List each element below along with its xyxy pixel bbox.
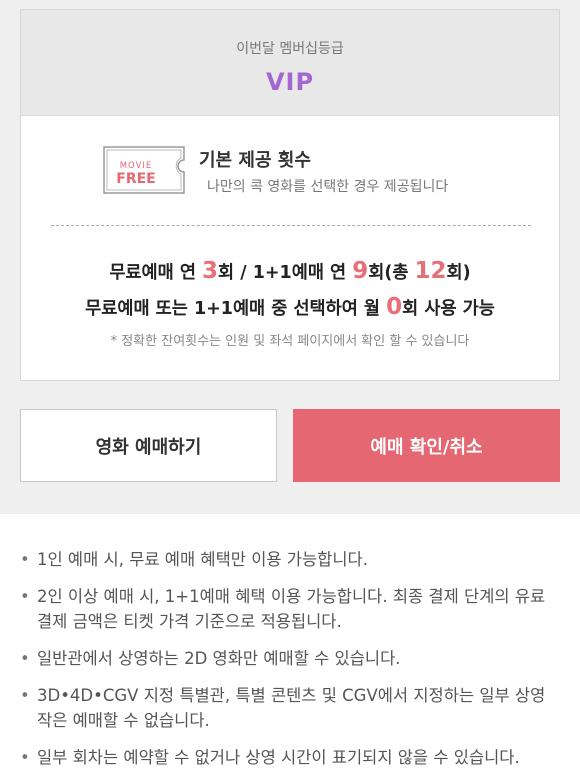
ticket-svg: MOVIE FREE (103, 146, 185, 194)
summary-line-2: 무료예매 또는 1+1예매 중 선택하여 월 0회 사용 가능 (21, 294, 559, 320)
dashed-divider (51, 225, 531, 226)
free-count: 3 (202, 258, 219, 284)
basic-count-desc: 나만의 콕 영화를 선택한 경우 제공됩니다 (207, 179, 449, 195)
basic-count-title: 기본 제공 횟수 (199, 150, 311, 171)
membership-grade-header: 이번달 멤버십등급 VIP (21, 10, 559, 116)
notice-item: 1인 예매 시, 무료 예매 혜택만 이용 가능합니다. (20, 547, 560, 572)
notice-item: 3D•4D•CGV 지정 특별관, 특별 콘텐츠 및 CGV에서 지정하는 일부… (20, 683, 560, 733)
notice-item: 일반관에서 상영하는 2D 영화만 예매할 수 있습니다. (20, 646, 560, 671)
movie-free-ticket-icon: MOVIE FREE (103, 146, 185, 194)
book-movie-button[interactable]: 영화 예매하기 (20, 409, 277, 482)
notice-list: 1인 예매 시, 무료 예매 혜택만 이용 가능합니다. 2인 이상 예매 시,… (0, 514, 580, 770)
plus-one-count: 9 (352, 258, 369, 284)
ticket-text-movie: MOVIE (120, 161, 153, 171)
total-count: 12 (414, 258, 447, 284)
notice-item: 2인 이상 예매 시, 1+1예매 혜택 이용 가능합니다. 최종 결제 단계의… (20, 584, 560, 634)
booking-confirm-cancel-button[interactable]: 예매 확인/취소 (293, 409, 560, 482)
page: 이번달 멤버십등급 VIP MOVIE FREE 기본 제공 횟수 나만의 콕 … (0, 0, 580, 777)
summary-text: 무료예매 또는 1+1예매 중 선택하여 월 (85, 299, 387, 319)
notice-section: 1인 예매 시, 무료 예매 혜택만 이용 가능합니다. 2인 이상 예매 시,… (0, 514, 580, 777)
summary-line-1: 무료예매 연 3회 / 1+1예매 연 9회(총 12회) (21, 258, 559, 284)
notice-item: 일부 회차는 예약할 수 없거나 상영 시간이 표기되지 않을 수 있습니다. (20, 745, 560, 770)
summary-text: 회) (446, 263, 471, 283)
grade-value: VIP (265, 68, 315, 96)
summary-text: 회(총 (368, 263, 415, 283)
grade-label: 이번달 멤버십등급 (236, 41, 344, 57)
monthly-count: 0 (386, 294, 403, 320)
summary-text: 회 사용 가능 (402, 299, 495, 319)
membership-card: 이번달 멤버십등급 VIP MOVIE FREE 기본 제공 횟수 나만의 콕 … (20, 9, 560, 381)
summary-text: 무료예매 연 (109, 263, 203, 283)
ticket-text-free: FREE (116, 171, 155, 187)
summary-text: 회 / 1+1예매 연 (218, 263, 353, 283)
remaining-count-note: * 정확한 잔여횟수는 인원 및 좌석 페이지에서 확인 할 수 있습니다 (110, 334, 470, 349)
